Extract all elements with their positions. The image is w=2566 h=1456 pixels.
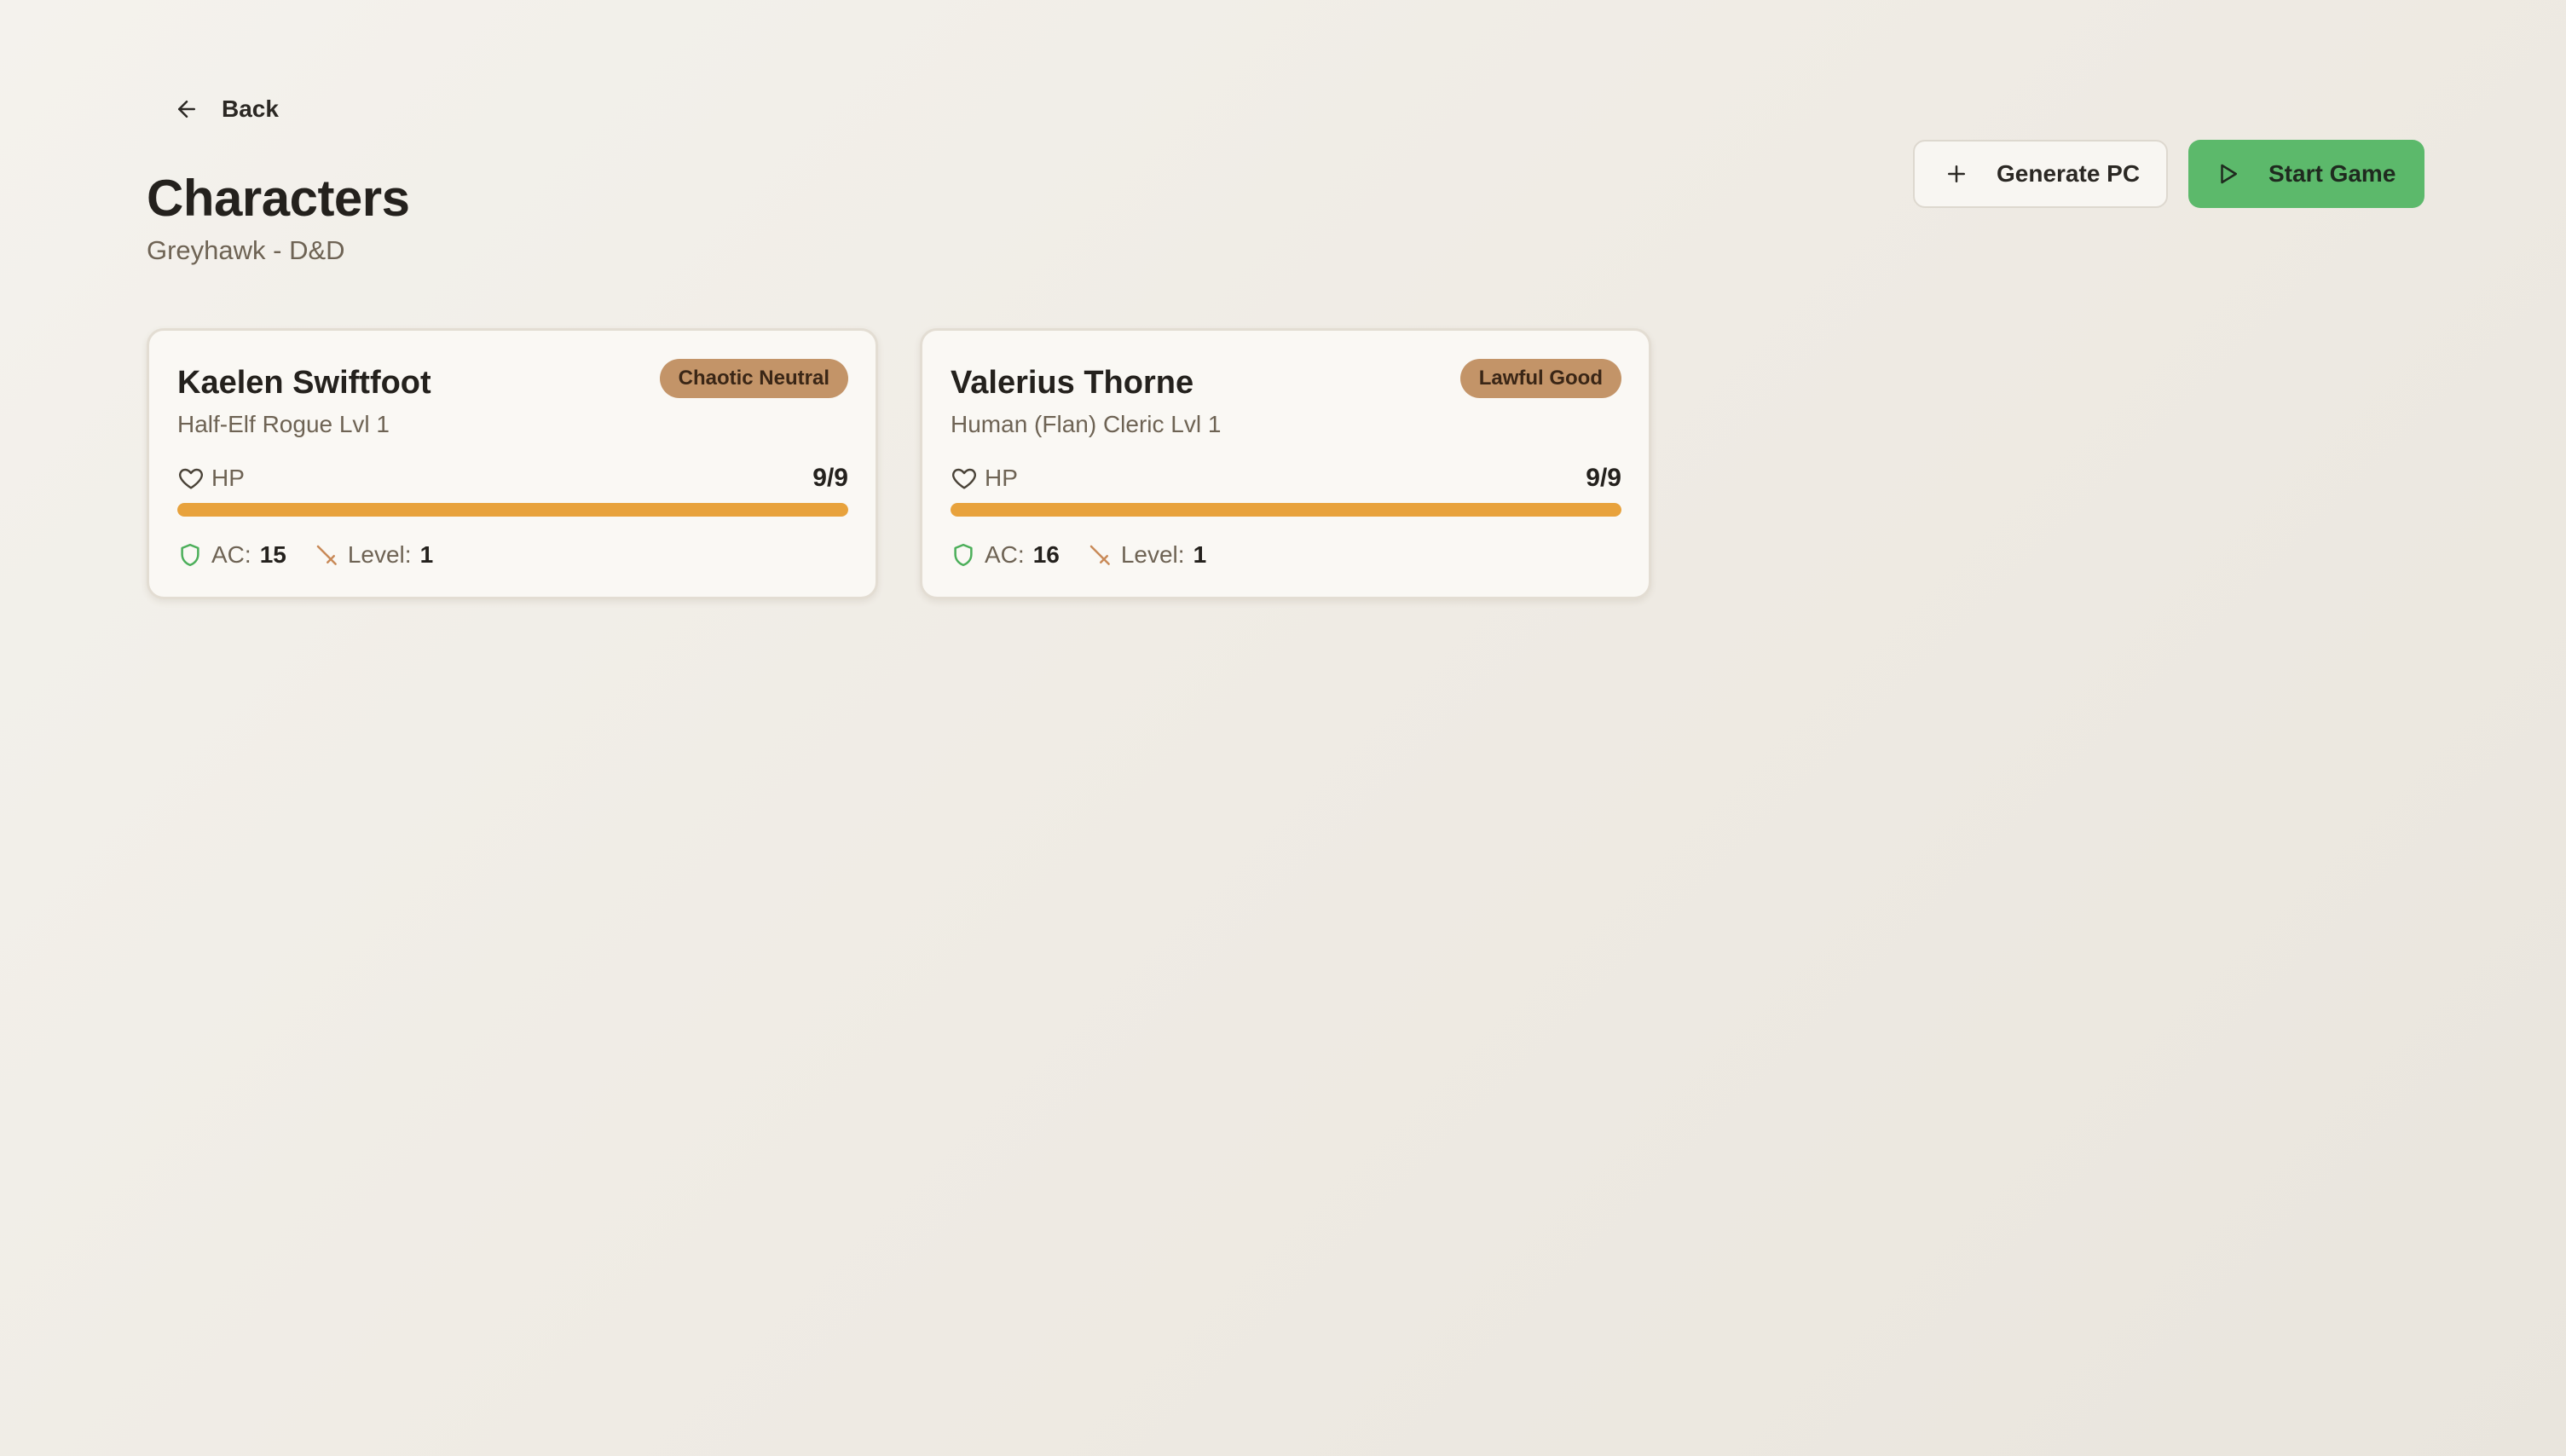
hp-label-group: HP (951, 465, 1018, 492)
hp-row: HP 9/9 (951, 463, 1621, 494)
hp-value: 9/9 (1586, 464, 1621, 492)
page-subtitle: Greyhawk - D&D (147, 235, 345, 265)
generate-pc-button[interactable]: Generate PC (1913, 140, 2168, 208)
armor-class-stat: AC: 16 (951, 541, 1060, 569)
ac-value: 15 (259, 541, 286, 568)
level-stat: Level: 1 (314, 541, 433, 569)
shield-icon (181, 543, 199, 567)
hp-label: HP (985, 465, 1018, 491)
hp-value: 9/9 (812, 464, 848, 492)
character-card[interactable]: Kaelen Swiftfoot Chaotic Neutral Half-El… (147, 328, 878, 599)
level-label: Level: (1120, 541, 1185, 568)
play-icon (2221, 164, 2237, 184)
character-description: Human (Flan) Cleric Lvl 1 (951, 411, 1222, 437)
level-stat: Level: 1 (1087, 541, 1206, 569)
hp-bar (951, 503, 1621, 517)
hp-bar-fill (951, 503, 1621, 517)
level-label: Level: (347, 541, 412, 568)
back-button[interactable]: Back (167, 89, 286, 130)
ac-label: AC: (211, 541, 251, 568)
plus-icon (1948, 165, 1965, 182)
start-game-label: Start Game (2268, 160, 2396, 187)
alignment-badge: Lawful Good (1459, 359, 1621, 398)
heart-icon (952, 468, 976, 489)
hp-bar (177, 503, 848, 517)
start-game-button[interactable]: Start Game (2188, 140, 2424, 208)
armor-class-stat: AC: 15 (177, 541, 286, 569)
stats-row: AC: 15 Level: 1 (177, 538, 433, 572)
hp-bar-fill (177, 503, 848, 517)
character-card[interactable]: Valerius Thorne Lawful Good Human (Flan)… (920, 328, 1651, 599)
ac-label: AC: (985, 541, 1025, 568)
stats-row: AC: 16 Level: 1 (951, 538, 1206, 572)
character-name: Kaelen Swiftfoot (177, 365, 431, 401)
hp-label-group: HP (177, 465, 245, 492)
character-description: Half-Elf Rogue Lvl 1 (177, 411, 390, 437)
sword-icon (1089, 545, 1110, 565)
sword-icon (316, 545, 337, 565)
generate-pc-label: Generate PC (1997, 160, 2141, 187)
heart-icon (179, 468, 203, 489)
page-title: Characters (147, 170, 410, 227)
hp-row: HP 9/9 (177, 463, 848, 494)
back-label: Back (222, 95, 279, 122)
level-value: 1 (419, 541, 434, 568)
hp-label: HP (211, 465, 245, 491)
character-name: Valerius Thorne (951, 365, 1194, 401)
level-value: 1 (1193, 541, 1207, 568)
ac-value: 16 (1032, 541, 1060, 568)
alignment-badge: Chaotic Neutral (659, 359, 848, 398)
arrow-left-icon (178, 101, 195, 118)
shield-icon (954, 543, 973, 567)
